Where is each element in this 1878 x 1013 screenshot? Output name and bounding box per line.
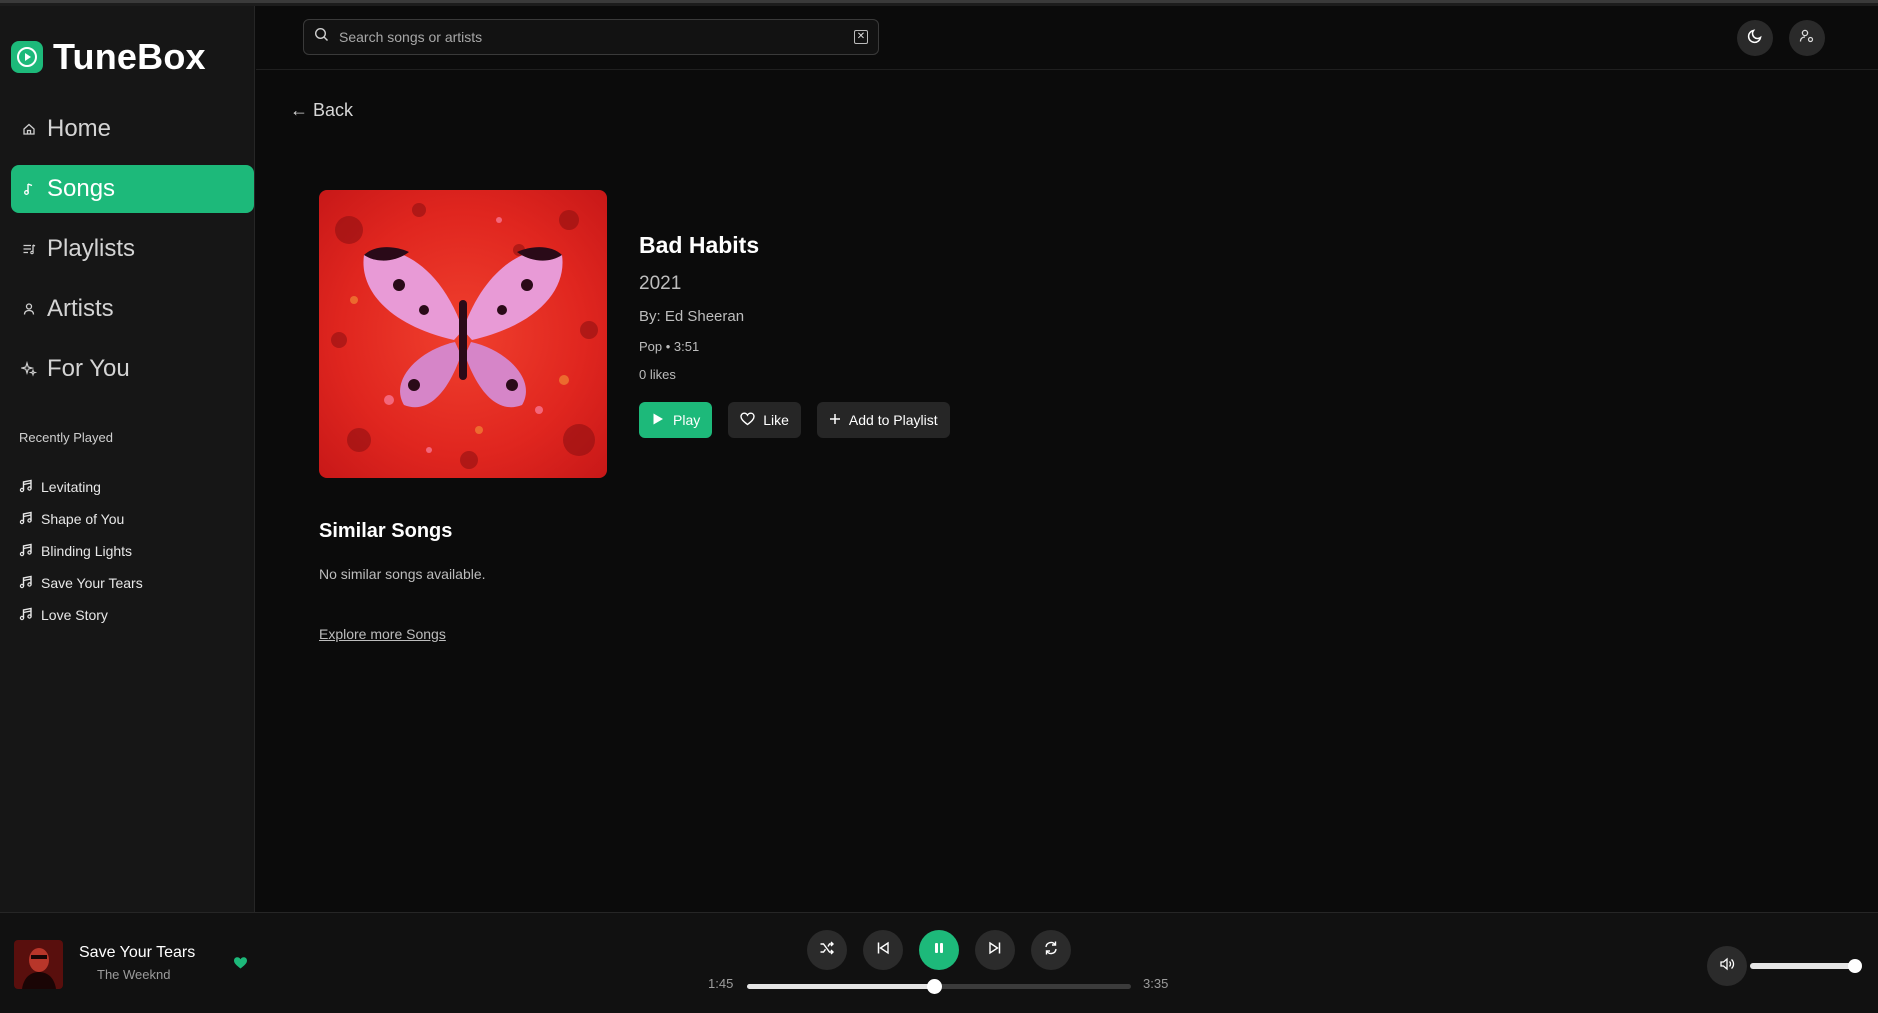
sidebar: TuneBox Home Songs Playlists Artists For… <box>0 6 255 912</box>
user-settings-icon <box>1799 28 1815 49</box>
nav-label: Home <box>47 115 112 142</box>
music-notes-icon <box>19 511 33 528</box>
skip-back-icon <box>875 940 891 961</box>
user-icon <box>19 299 39 319</box>
clear-search-icon[interactable]: ✕ <box>854 30 868 44</box>
add-to-playlist-label: Add to Playlist <box>848 412 938 428</box>
previous-button[interactable] <box>863 930 903 970</box>
recent-item-label: Shape of You <box>41 511 125 527</box>
explore-more-songs-link[interactable]: Explore more Songs <box>319 626 446 642</box>
nav-item-home[interactable]: Home <box>11 105 254 153</box>
nav-label: Playlists <box>47 235 136 262</box>
now-playing-thumbnail[interactable] <box>14 940 63 989</box>
recent-item-label: Levitating <box>41 479 101 495</box>
back-label: ← Back <box>290 100 354 120</box>
play-icon <box>651 412 665 429</box>
recent-item[interactable]: Blinding Lights <box>19 535 143 567</box>
progress-slider[interactable] <box>747 979 1131 994</box>
music-note-icon <box>19 179 39 199</box>
song-likes-count: 0 likes <box>639 367 676 382</box>
recently-played-heading: Recently Played <box>19 430 113 445</box>
progress-fill <box>747 984 935 989</box>
recently-played-list: Levitating Shape of You Blinding Lights … <box>19 471 143 631</box>
similar-songs-heading: Similar Songs <box>319 520 453 542</box>
nav-label: Artists <box>47 295 114 322</box>
search-icon <box>314 27 329 47</box>
next-button[interactable] <box>975 930 1015 970</box>
nav-item-songs[interactable]: Songs <box>11 165 254 213</box>
playlist-icon <box>19 239 39 259</box>
progress-handle[interactable] <box>927 979 943 994</box>
now-playing-title[interactable]: Save Your Tears <box>79 944 195 962</box>
song-cover-art <box>319 190 607 478</box>
recent-item[interactable]: Shape of You <box>19 503 143 535</box>
pause-button[interactable] <box>919 930 959 970</box>
volume-icon <box>1719 956 1735 977</box>
song-actions: Play Like Add to Playlist <box>639 402 950 438</box>
heart-outline-icon <box>740 411 755 429</box>
song-year: 2021 <box>639 273 682 294</box>
skip-forward-icon <box>987 940 1003 961</box>
theme-toggle-button[interactable] <box>1737 20 1773 56</box>
music-notes-icon <box>19 479 33 496</box>
top-header: ✕ <box>256 6 1878 70</box>
pause-icon <box>932 941 946 960</box>
shuffle-button[interactable] <box>807 930 847 970</box>
app-name: TuneBox <box>53 36 206 77</box>
like-button-label: Like <box>763 412 789 428</box>
recent-item[interactable]: Love Story <box>19 599 143 631</box>
main-nav: Home Songs Playlists Artists For You <box>11 105 254 405</box>
nav-item-artists[interactable]: Artists <box>11 285 254 333</box>
volume-button[interactable] <box>1707 946 1747 986</box>
recent-item[interactable]: Save Your Tears <box>19 567 143 599</box>
home-icon <box>19 119 39 139</box>
shuffle-icon <box>819 940 835 961</box>
logo-play-icon <box>11 41 43 73</box>
recent-item-label: Blinding Lights <box>41 543 133 559</box>
account-button[interactable] <box>1789 20 1825 56</box>
song-artist[interactable]: By: Ed Sheeran <box>639 308 744 325</box>
recent-item[interactable]: Levitating <box>19 471 143 503</box>
heart-filled-icon[interactable] <box>233 956 248 975</box>
nav-label: Songs <box>47 175 116 202</box>
play-button-label: Play <box>673 412 701 428</box>
add-to-playlist-button[interactable]: Add to Playlist <box>816 402 950 438</box>
player-bar: Save Your Tears The Weeknd 1:45 3:35 <box>0 912 1878 1013</box>
play-button[interactable]: Play <box>639 402 713 438</box>
sparkles-icon <box>19 359 39 379</box>
recent-item-label: Love Story <box>41 607 108 623</box>
search-input[interactable] <box>339 29 854 45</box>
similar-songs-empty-message: No similar songs available. <box>319 566 486 582</box>
now-playing-artist[interactable]: The Weeknd <box>97 967 170 982</box>
moon-icon <box>1746 27 1764 50</box>
volume-fill <box>1750 963 1855 969</box>
nav-label: For You <box>47 355 130 382</box>
playback-controls <box>807 930 1071 970</box>
plus-icon <box>829 412 841 428</box>
nav-item-playlists[interactable]: Playlists <box>11 225 254 273</box>
recent-item-label: Save Your Tears <box>41 575 143 591</box>
total-duration: 3:35 <box>1143 976 1169 991</box>
back-link[interactable]: ← Back <box>290 100 353 121</box>
volume-handle[interactable] <box>1847 959 1862 973</box>
volume-slider[interactable] <box>1750 959 1862 973</box>
song-genre-duration: Pop • 3:51 <box>639 339 700 354</box>
nav-item-for-you[interactable]: For You <box>11 345 254 393</box>
search-bar[interactable]: ✕ <box>303 19 879 55</box>
music-notes-icon <box>19 543 33 560</box>
elapsed-time: 1:45 <box>708 976 734 991</box>
like-button[interactable]: Like <box>728 402 801 438</box>
repeat-icon <box>1043 940 1059 961</box>
music-notes-icon <box>19 607 33 624</box>
music-notes-icon <box>19 575 33 592</box>
repeat-button[interactable] <box>1031 930 1071 970</box>
app-logo[interactable]: TuneBox <box>11 36 206 78</box>
song-title: Bad Habits <box>639 232 760 258</box>
